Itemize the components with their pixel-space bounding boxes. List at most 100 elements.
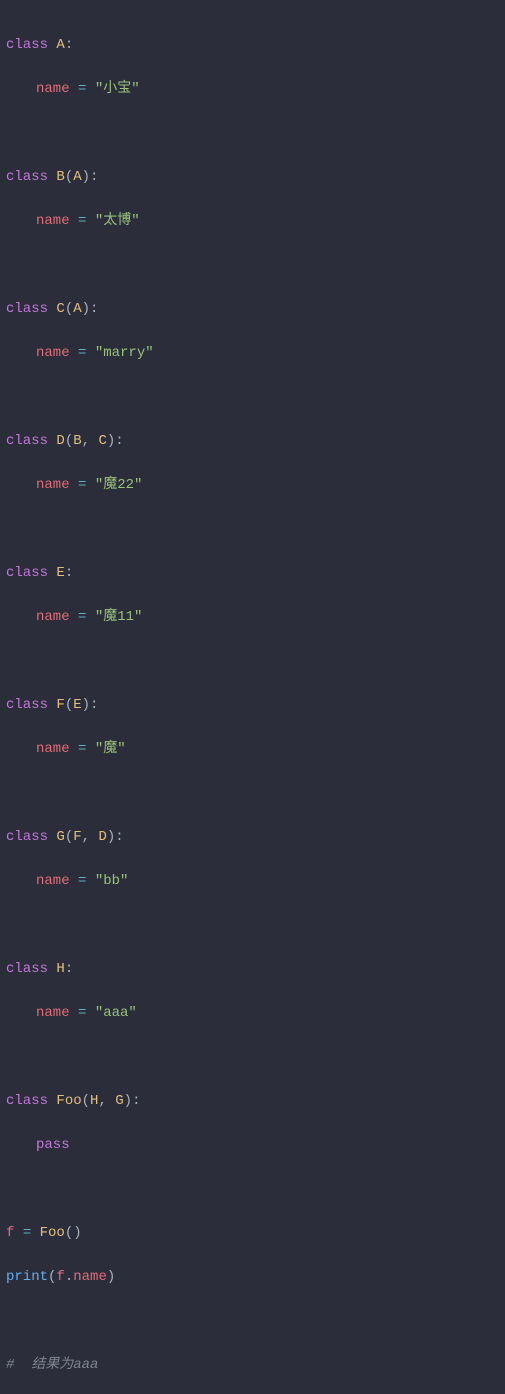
base-class: H — [90, 1093, 98, 1109]
keyword-class: class — [6, 565, 48, 581]
attribute-name: name — [36, 609, 70, 625]
blank-line — [6, 1310, 499, 1332]
paren-open: ( — [65, 169, 73, 185]
base-class: G — [115, 1093, 123, 1109]
keyword-class: class — [6, 301, 48, 317]
code-line: class E: — [6, 562, 499, 584]
attribute-name: name — [36, 213, 70, 229]
code-line: print(f.name) — [6, 1266, 499, 1288]
class-name: D — [56, 433, 64, 449]
blank-line — [6, 386, 499, 408]
code-line: name = "aaa" — [6, 1002, 499, 1024]
paren-open: ( — [65, 697, 73, 713]
code-line: class Foo(H, G): — [6, 1090, 499, 1112]
class-name: B — [56, 169, 64, 185]
python-code-block: class A: name = "小宝" class B(A): name = … — [6, 12, 499, 1394]
assign-op: = — [23, 1225, 31, 1241]
comma: , — [82, 829, 90, 845]
base-class: B — [73, 433, 81, 449]
blank-line — [6, 1178, 499, 1200]
dot: . — [65, 1269, 73, 1285]
code-line: name = "小宝" — [6, 78, 499, 100]
colon: : — [115, 829, 123, 845]
code-line: class D(B, C): — [6, 430, 499, 452]
code-line: class H: — [6, 958, 499, 980]
string-literal: "魔11" — [95, 609, 143, 625]
string-literal: "aaa" — [95, 1005, 137, 1021]
comment: # 结果为aaa — [6, 1357, 98, 1373]
class-name: C — [56, 301, 64, 317]
assign-op: = — [78, 81, 86, 97]
base-class: F — [73, 829, 81, 845]
keyword-class: class — [6, 433, 48, 449]
blank-line — [6, 122, 499, 144]
base-class: C — [98, 433, 106, 449]
code-line: f = Foo() — [6, 1222, 499, 1244]
string-literal: "太博" — [95, 213, 140, 229]
attribute-name: name — [36, 873, 70, 889]
code-line: name = "魔" — [6, 738, 499, 760]
assign-op: = — [78, 609, 86, 625]
paren-close: ) — [107, 829, 115, 845]
comma: , — [98, 1093, 106, 1109]
blank-line — [6, 254, 499, 276]
keyword-pass: pass — [36, 1137, 70, 1153]
attribute-name: name — [36, 477, 70, 493]
attribute-name: name — [36, 81, 70, 97]
assign-op: = — [78, 213, 86, 229]
code-line: name = "魔11" — [6, 606, 499, 628]
base-class: A — [73, 301, 81, 317]
keyword-class: class — [6, 961, 48, 977]
assign-op: = — [78, 345, 86, 361]
paren-close: ) — [107, 433, 115, 449]
string-literal: "魔" — [95, 741, 126, 757]
string-literal: "魔22" — [95, 477, 143, 493]
assign-op: = — [78, 741, 86, 757]
blank-line — [6, 782, 499, 804]
paren-open: ( — [65, 1225, 73, 1241]
colon: : — [115, 433, 123, 449]
string-literal: "bb" — [95, 873, 129, 889]
paren-open: ( — [65, 829, 73, 845]
variable: f — [6, 1225, 14, 1241]
colon: : — [132, 1093, 140, 1109]
class-name: A — [56, 37, 64, 53]
blank-line — [6, 914, 499, 936]
paren-close: ) — [82, 697, 90, 713]
keyword-class: class — [6, 37, 48, 53]
base-class: E — [73, 697, 81, 713]
function-call: print — [6, 1269, 48, 1285]
keyword-class: class — [6, 1093, 48, 1109]
paren-close: ) — [107, 1269, 115, 1285]
class-name: Foo — [56, 1093, 81, 1109]
attribute-name: name — [36, 741, 70, 757]
colon: : — [90, 169, 98, 185]
string-literal: "小宝" — [95, 81, 140, 97]
blank-line — [6, 650, 499, 672]
colon: : — [65, 37, 73, 53]
paren-open: ( — [48, 1269, 56, 1285]
base-class: A — [73, 169, 81, 185]
paren-close: ) — [124, 1093, 132, 1109]
class-name: G — [56, 829, 64, 845]
variable: f — [56, 1269, 64, 1285]
string-literal: "marry" — [95, 345, 154, 361]
class-name: H — [56, 961, 64, 977]
attribute-name: name — [36, 345, 70, 361]
class-name: F — [56, 697, 64, 713]
colon: : — [90, 301, 98, 317]
paren-close: ) — [73, 1225, 81, 1241]
assign-op: = — [78, 477, 86, 493]
class-call: Foo — [40, 1225, 65, 1241]
keyword-class: class — [6, 829, 48, 845]
code-line: # 结果为aaa — [6, 1354, 499, 1376]
code-line: class C(A): — [6, 298, 499, 320]
code-line: pass — [6, 1134, 499, 1156]
colon: : — [90, 697, 98, 713]
code-line: name = "太博" — [6, 210, 499, 232]
colon: : — [65, 961, 73, 977]
paren-open: ( — [82, 1093, 90, 1109]
code-line: class F(E): — [6, 694, 499, 716]
paren-close: ) — [82, 169, 90, 185]
assign-op: = — [78, 873, 86, 889]
